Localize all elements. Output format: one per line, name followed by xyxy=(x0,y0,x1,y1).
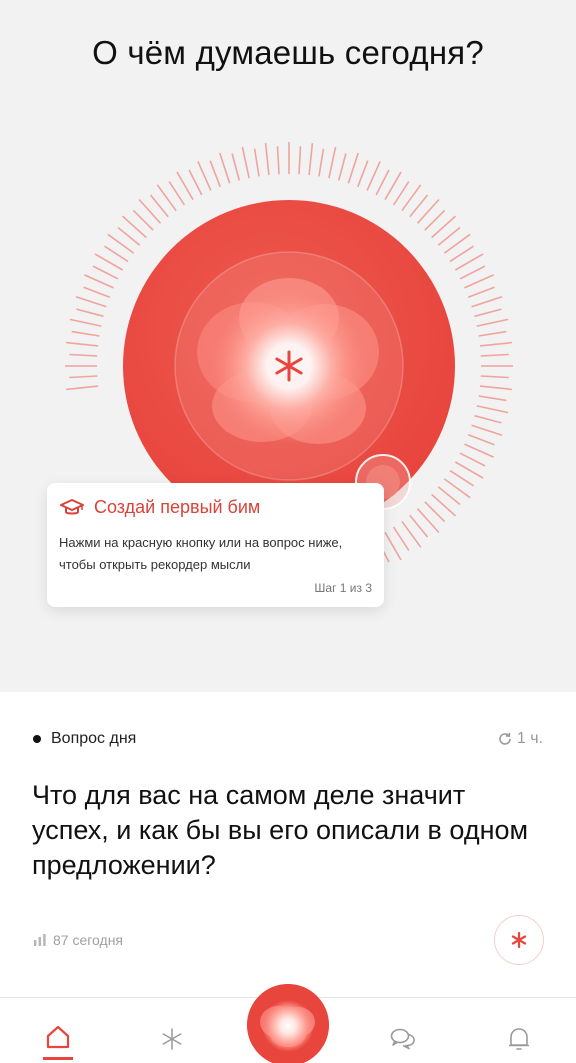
dial-tick xyxy=(409,194,429,218)
onboarding-tooltip[interactable]: Создай первый бим Нажми на красную кнопк… xyxy=(47,483,384,607)
tooltip-title: Создай первый бим xyxy=(94,497,261,517)
dial-tick xyxy=(209,160,221,188)
dial-tick xyxy=(459,452,486,467)
question-time: 1 ч. xyxy=(516,730,543,747)
dial-tick xyxy=(459,265,486,280)
nav-chats[interactable] xyxy=(388,1024,418,1054)
dial-tick xyxy=(94,253,124,271)
question-text[interactable]: Что для вас на самом деле значит успех, … xyxy=(32,778,532,883)
dial-tick xyxy=(308,143,314,176)
dial-tick xyxy=(454,461,484,479)
dial-tick xyxy=(424,501,446,523)
record-orb-icon xyxy=(247,984,329,1063)
dial-tick xyxy=(328,146,337,179)
question-header: Вопрос дня xyxy=(33,730,136,748)
dial-tick xyxy=(71,330,100,337)
dial-tick xyxy=(392,526,410,551)
dial-tick xyxy=(464,443,494,458)
dial-tick xyxy=(66,385,99,391)
dial-tick xyxy=(476,405,509,414)
dial-tick xyxy=(117,226,141,246)
dial-tick xyxy=(241,146,250,179)
dial-tick xyxy=(66,341,99,347)
recorder-area: О чём думаешь сегодня? Создай первый бим… xyxy=(0,0,576,692)
dial-tick xyxy=(464,274,494,289)
dial-tick xyxy=(384,171,402,201)
dial-tick xyxy=(168,181,186,206)
dial-tick xyxy=(449,469,474,487)
dial-tick xyxy=(474,308,502,318)
dial-tick xyxy=(176,171,194,201)
dial-tick xyxy=(276,146,280,175)
nav-record-button[interactable] xyxy=(247,984,329,1063)
tooltip-step: Шаг 1 из 3 xyxy=(314,581,372,595)
dial-tick xyxy=(479,341,512,347)
graduation-cap-icon xyxy=(60,498,84,514)
nav-feed[interactable] xyxy=(157,1024,187,1054)
dial-tick xyxy=(92,265,119,280)
dial-tick xyxy=(449,245,474,263)
dial-tick xyxy=(219,152,231,184)
home-icon xyxy=(46,1025,70,1049)
dial-tick xyxy=(474,414,502,424)
refresh-icon xyxy=(499,732,511,745)
tooltip-text: Нажми на красную кнопку или на вопрос ни… xyxy=(59,535,343,572)
dial-tick xyxy=(75,296,107,308)
dial-tick xyxy=(69,375,98,379)
question-of-day-card[interactable]: Вопрос дня 1 ч. Что для вас на самом дел… xyxy=(0,692,576,997)
dial-tick xyxy=(104,245,129,263)
dial-tick xyxy=(347,152,359,184)
dial-tick xyxy=(454,253,484,271)
dial-tick xyxy=(478,330,507,337)
bullet-dot xyxy=(33,735,41,743)
dial-tick xyxy=(392,181,410,206)
bar-chart-icon xyxy=(34,934,46,946)
dial-tick xyxy=(231,153,241,181)
dial-tick xyxy=(188,169,203,196)
dial-tick xyxy=(437,486,461,506)
dial-tick xyxy=(424,209,446,231)
dial-tick xyxy=(384,531,402,561)
question-label: Вопрос дня xyxy=(51,730,137,747)
dial-tick xyxy=(409,514,429,538)
dial-tick xyxy=(471,296,503,308)
dial-tick xyxy=(476,318,509,327)
dial-tick xyxy=(83,286,111,298)
dial-tick xyxy=(467,434,495,446)
dial-tick xyxy=(69,353,98,357)
dial-tick xyxy=(480,375,509,379)
dial-tick xyxy=(253,148,260,177)
dial-tick xyxy=(357,160,369,188)
dial-tick xyxy=(471,424,503,436)
bell-icon xyxy=(509,1028,529,1050)
dial-tick xyxy=(479,385,512,391)
dial-tick xyxy=(437,226,461,246)
question-stats: 87 сегодня xyxy=(33,932,123,948)
dial-tick xyxy=(318,148,325,177)
asterisk-icon xyxy=(511,931,527,949)
chat-bubbles-icon xyxy=(390,1028,415,1050)
dial-tick xyxy=(337,153,347,181)
dial-tick xyxy=(76,308,104,318)
nav-notifications[interactable] xyxy=(504,1024,534,1054)
stats-count: 87 сегодня xyxy=(53,932,124,948)
dial-tick xyxy=(132,209,154,231)
asterisk-icon xyxy=(162,1028,182,1050)
dial-tick xyxy=(69,318,102,327)
dial-tick xyxy=(298,146,302,175)
dial-tick xyxy=(264,143,270,176)
dial-tick xyxy=(366,161,381,191)
dial-tick xyxy=(375,169,390,196)
dial-tick xyxy=(480,353,509,357)
dial-tick xyxy=(149,194,169,218)
bottom-navigation xyxy=(0,984,576,1063)
nav-home[interactable] xyxy=(43,1024,73,1060)
answer-record-button[interactable] xyxy=(494,915,544,965)
dial-tick xyxy=(478,395,507,402)
dial-tick xyxy=(197,161,212,191)
dial-tick xyxy=(84,274,114,289)
dial-tick xyxy=(467,286,495,298)
question-timer: 1 ч. xyxy=(497,730,543,748)
